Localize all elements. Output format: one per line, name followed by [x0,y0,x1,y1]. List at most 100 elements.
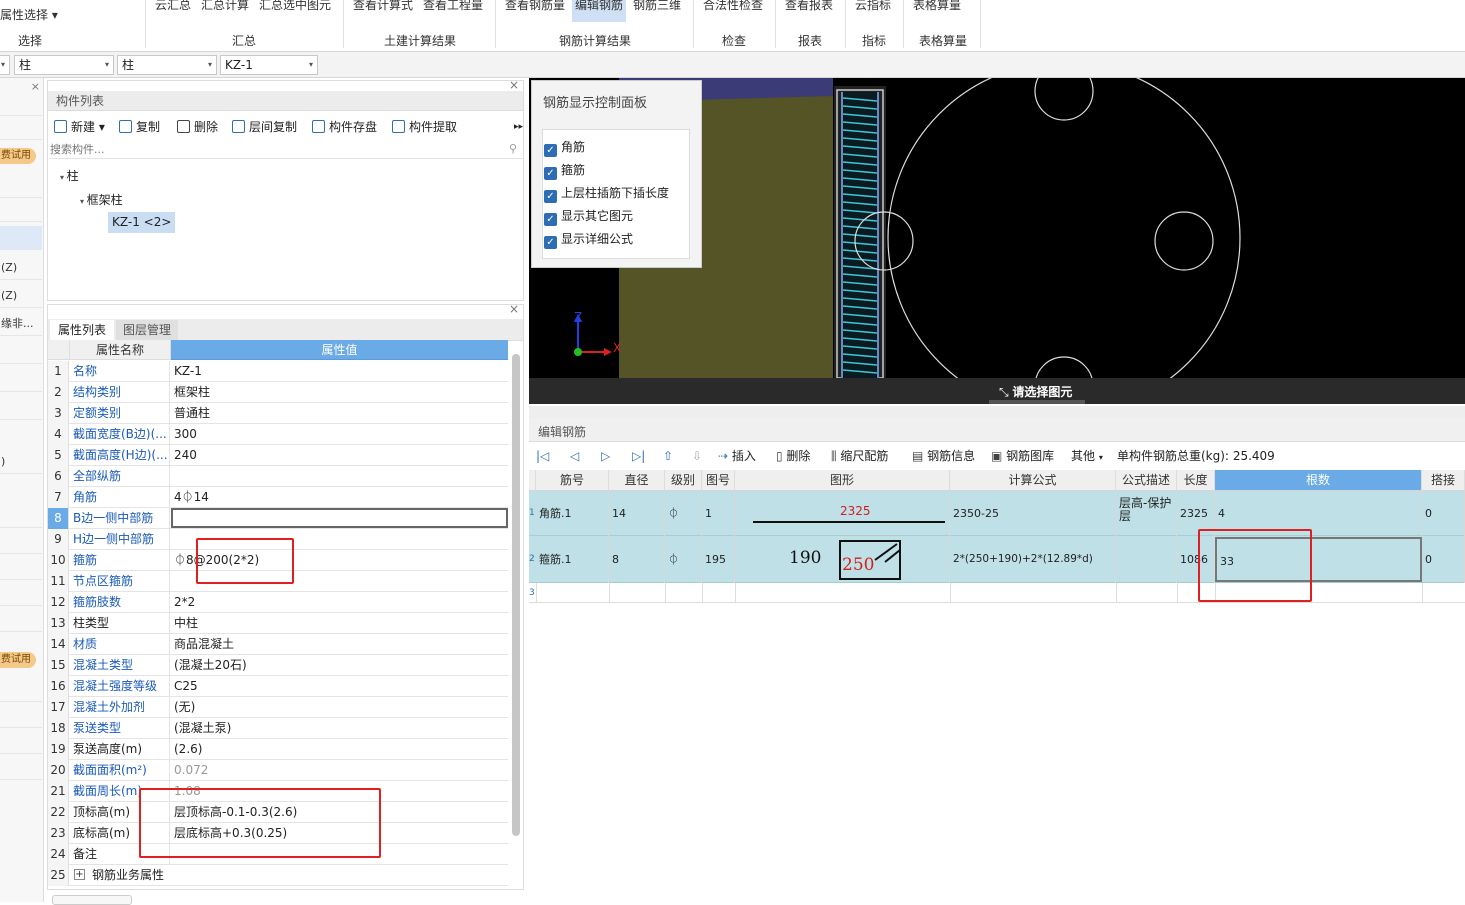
property-row[interactable]: 5 截面高度(H边)(... 240 [48,445,508,466]
view-formula-button[interactable]: 查看计算式 [353,0,413,13]
trial-badge[interactable]: 费试用 [0,652,36,668]
property-value[interactable]: C25 [171,676,508,697]
cell-formula-desc[interactable] [1116,536,1177,583]
property-scrollbar[interactable] [512,354,520,836]
property-value[interactable]: (混凝土20石) [171,655,508,676]
move-down-icon[interactable]: ⇩ [692,446,702,466]
summary-selected-button[interactable]: 汇总选中图元 [259,0,331,13]
property-value[interactable]: 0.072 [171,760,508,781]
search-input[interactable] [49,141,489,157]
property-row[interactable]: 6 全部纵筋 [48,466,508,487]
option-detail-formula[interactable]: ✓ 显示详细公式 [544,229,704,249]
cell-name[interactable]: 角筋.1 [536,491,609,536]
floor-type-select[interactable]: 柱 ▾ [14,55,114,75]
cell-name[interactable]: 箍筋.1 [536,536,609,583]
cell-shape[interactable]: 190 250 [735,536,950,583]
left-item[interactable]: 缘非... [0,312,42,336]
property-value[interactable]: 4⏀14 [171,487,508,508]
property-value[interactable]: 中柱 [171,613,508,634]
tree-child[interactable]: ▾ 框架柱 [80,191,123,208]
cell-grade[interactable]: ⏀ [665,536,702,583]
property-row[interactable]: +25 钢筋业务属性 [48,865,508,886]
cloud-index-button[interactable]: 云指标 [855,0,891,13]
property-value[interactable]: 商品混凝土 [171,634,508,655]
cell-grade[interactable]: ⏀ [665,491,702,536]
close-icon[interactable]: × [509,78,519,92]
property-row[interactable]: 4 截面宽度(B边)(... 300 [48,424,508,445]
first-icon[interactable]: |◁ [536,446,549,466]
bottom-button[interactable] [52,895,132,905]
component-extract-button[interactable]: 构件提取 [392,116,457,138]
property-row[interactable]: 2 结构类别 框架柱 [48,382,508,403]
tab-layer-manage[interactable]: 图层管理 [116,320,178,341]
property-row[interactable]: 18 泵送类型 (混凝土泵) [48,718,508,739]
cell-figure-no[interactable]: 195 [702,536,735,583]
cell-formula-desc[interactable]: 层高-保护层 [1116,491,1177,536]
floor-copy-button[interactable]: 层间复制 [232,116,297,138]
copy-button[interactable]: 复制 [119,116,160,138]
cell-formula[interactable]: 2350-25 [950,491,1116,536]
new-button[interactable]: 新建 ▾ [54,116,105,138]
component-save-button[interactable]: 构件存盘 [312,116,377,138]
option-corner-rebar[interactable]: ✓ 角筋 [544,137,704,157]
shape-a-label[interactable]: 190 [789,548,821,568]
component-search[interactable]: ⚲ [49,141,523,159]
rebar-3d-button[interactable]: 钢筋三维 [633,0,681,13]
left-item[interactable]: (Z) [0,284,42,308]
property-value[interactable] [171,466,508,487]
insert-button[interactable]: ⇢ 插入 [718,446,756,466]
more-icon[interactable]: ▸▸ [514,116,523,138]
rebar-info-button[interactable]: ▤ 钢筋信息 [912,446,975,466]
cell-lap[interactable]: 0 [1422,491,1465,536]
component-select[interactable]: KZ-1 ▾ [220,55,318,75]
property-row[interactable]: 15 混凝土类型 (混凝土20石) [48,655,508,676]
view-report-button[interactable]: 查看报表 [785,0,833,13]
cell-shape[interactable]: 2325 [735,491,950,536]
component-type-select[interactable]: 柱 ▾ [117,55,217,75]
tree-leaf-kz1[interactable]: KZ-1 <2> [108,212,176,233]
property-row[interactable]: 13 柱类型 中柱 [48,613,508,634]
property-value[interactable]: (无) [171,697,508,718]
shape-b-label[interactable]: 250 [842,555,874,575]
trial-badge[interactable]: 费试用 [0,148,36,164]
validity-check-button[interactable]: 合法性检查 [703,0,763,13]
shape-length-label[interactable]: 2325 [840,504,871,518]
view-quantity-button[interactable]: 查看工程量 [423,0,483,13]
option-upper-dowel[interactable]: ✓ 上层柱插筋下插长度 [544,183,704,203]
cell-figure-no[interactable]: 1 [702,491,735,536]
other-dropdown[interactable]: 其他 ▾ [1071,446,1103,466]
property-value[interactable]: 2*2 [171,592,508,613]
property-row[interactable]: 8 B边一侧中部筋 [48,508,508,529]
property-row[interactable]: 7 角筋 4⏀14 [48,487,508,508]
search-icon[interactable]: ⚲ [509,142,517,155]
tree-root[interactable]: ▾ 柱 [60,167,79,184]
next-icon[interactable]: ▷ [601,446,610,466]
property-row[interactable]: 17 混凝土外加剂 (无) [48,697,508,718]
left-item[interactable]: (Z) [0,256,42,280]
cell-formula[interactable]: 2*(250+190)+2*(12.89*d) [950,536,1116,583]
cell-lap[interactable]: 0 [1422,536,1465,583]
table-calc-button[interactable]: 表格算量 [913,0,961,13]
property-row[interactable]: 20 截面面积(m²) 0.072 [48,760,508,781]
property-row[interactable]: 19 泵送高度(m) (2.6) [48,739,508,760]
property-value[interactable]: 框架柱 [171,382,508,403]
last-icon[interactable]: ▷| [632,446,645,466]
combo-0[interactable]: ▾ [0,55,10,75]
tab-property-list[interactable]: 属性列表 [50,320,114,341]
delete-row-button[interactable]: ▯ 删除 [776,446,810,466]
property-row[interactable]: 12 箍筋肢数 2*2 [48,592,508,613]
option-stirrup[interactable]: ✓ 箍筋 [544,160,704,180]
summary-calc-button[interactable]: 汇总计算 [201,0,249,13]
cell-diameter[interactable]: 8 [609,536,665,583]
edit-rebar-button[interactable]: 编辑钢筋 [572,0,627,22]
property-value[interactable] [171,508,508,528]
scale-rebar-button[interactable]: ⫼ 缩尺配筋 [831,446,888,466]
left-item[interactable]: ) [0,450,42,474]
property-value[interactable]: 240 [171,445,508,466]
rebar-library-button[interactable]: ▣ 钢筋图库 [991,446,1054,466]
delete-button[interactable]: 删除 [177,116,218,138]
property-value[interactable]: 300 [171,424,508,445]
prev-icon[interactable]: ◁ [570,446,579,466]
property-row[interactable]: 14 材质 商品混凝土 [48,634,508,655]
table-row[interactable] [529,583,1465,603]
